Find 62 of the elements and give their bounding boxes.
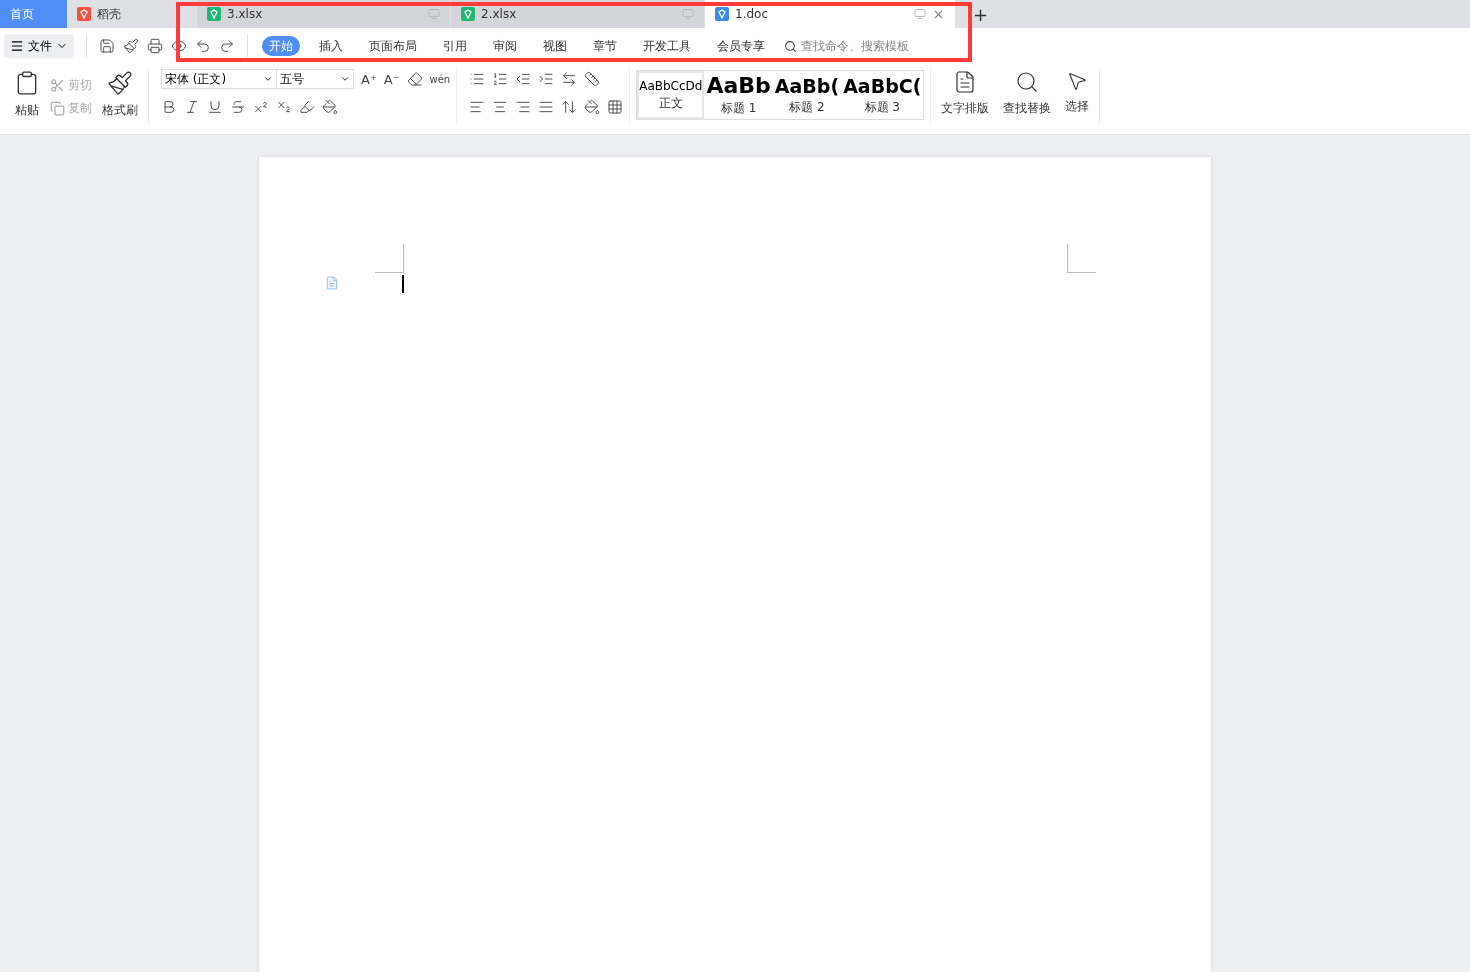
- app-logo-icon: [77, 7, 91, 21]
- bold-icon[interactable]: [161, 99, 177, 115]
- pointer-icon: [1066, 70, 1089, 92]
- spreadsheet-icon: [207, 7, 221, 21]
- menu-tab[interactable]: 插入: [312, 36, 350, 56]
- font-name-select[interactable]: 宋体 (正文): [161, 69, 277, 89]
- borders-icon[interactable]: [607, 99, 624, 115]
- ribbon-button[interactable]: 文字排版: [937, 68, 994, 126]
- shading-icon[interactable]: [584, 99, 601, 115]
- margin-corner-mark: [1067, 244, 1096, 273]
- menu-tab[interactable]: 会员专享: [710, 36, 772, 56]
- brush-icon[interactable]: [123, 38, 139, 54]
- format-painter-button[interactable]: 格式刷: [98, 68, 142, 126]
- shrink-font-button[interactable]: A⁻: [383, 71, 400, 87]
- paste-button[interactable]: 粘贴: [10, 68, 44, 126]
- numbered-list-icon[interactable]: [492, 71, 509, 87]
- ruler-icon[interactable]: [584, 71, 601, 87]
- chevron-down-icon: [340, 74, 350, 84]
- font-size-select[interactable]: 五号: [276, 69, 354, 89]
- copy-icon: [50, 101, 65, 116]
- superscript-icon[interactable]: [253, 99, 269, 115]
- align-center-icon[interactable]: [492, 99, 509, 115]
- underline-icon[interactable]: [207, 99, 223, 115]
- file-menu-button[interactable]: 文件: [4, 34, 74, 58]
- redo-icon[interactable]: [219, 38, 235, 54]
- style-preset[interactable]: AaBbCcDd 正文: [637, 71, 705, 119]
- strikethrough-icon[interactable]: [230, 99, 246, 115]
- justify-icon[interactable]: [538, 99, 555, 115]
- chevron-down-icon: [263, 74, 273, 84]
- outdent-icon[interactable]: [515, 71, 532, 87]
- menu-tab[interactable]: 视图: [536, 36, 574, 56]
- brush-icon: [107, 70, 133, 96]
- search-field[interactable]: 查找命令、搜索模板: [801, 37, 909, 55]
- align-left-icon[interactable]: [469, 99, 486, 115]
- spreadsheet-icon: [461, 7, 475, 21]
- menu-tab[interactable]: 审阅: [486, 36, 524, 56]
- margin-corner-mark: [375, 244, 404, 273]
- menu-icon: [10, 39, 24, 53]
- phonetic-guide-button[interactable]: wén: [429, 73, 451, 85]
- save-icon[interactable]: [99, 38, 115, 54]
- grow-font-button[interactable]: A⁺: [361, 71, 377, 87]
- line-spacing-icon[interactable]: [561, 99, 578, 115]
- search-icon: [784, 39, 797, 53]
- text-cursor: [402, 275, 404, 293]
- italic-icon[interactable]: [184, 99, 200, 115]
- menu-tab[interactable]: 开发工具: [636, 36, 698, 56]
- ribbon-button[interactable]: 查找替换: [999, 68, 1056, 126]
- bullet-list-icon[interactable]: [469, 71, 486, 87]
- menu-tab[interactable]: 页面布局: [362, 36, 424, 56]
- ribbon-button[interactable]: 选择: [1061, 68, 1094, 126]
- document-icon: [715, 7, 729, 21]
- new-tab-button[interactable]: +: [955, 0, 999, 28]
- align-right-icon[interactable]: [515, 99, 532, 115]
- eraser-icon[interactable]: [406, 71, 423, 87]
- subscript-icon[interactable]: [276, 99, 292, 115]
- undo-icon[interactable]: [195, 38, 211, 54]
- indent-icon[interactable]: [538, 71, 555, 87]
- menu-tab[interactable]: 章节: [586, 36, 624, 56]
- print-icon[interactable]: [147, 38, 163, 54]
- highlighter-icon[interactable]: [299, 99, 315, 115]
- menu-tab[interactable]: 引用: [436, 36, 474, 56]
- scissors-icon: [50, 78, 65, 93]
